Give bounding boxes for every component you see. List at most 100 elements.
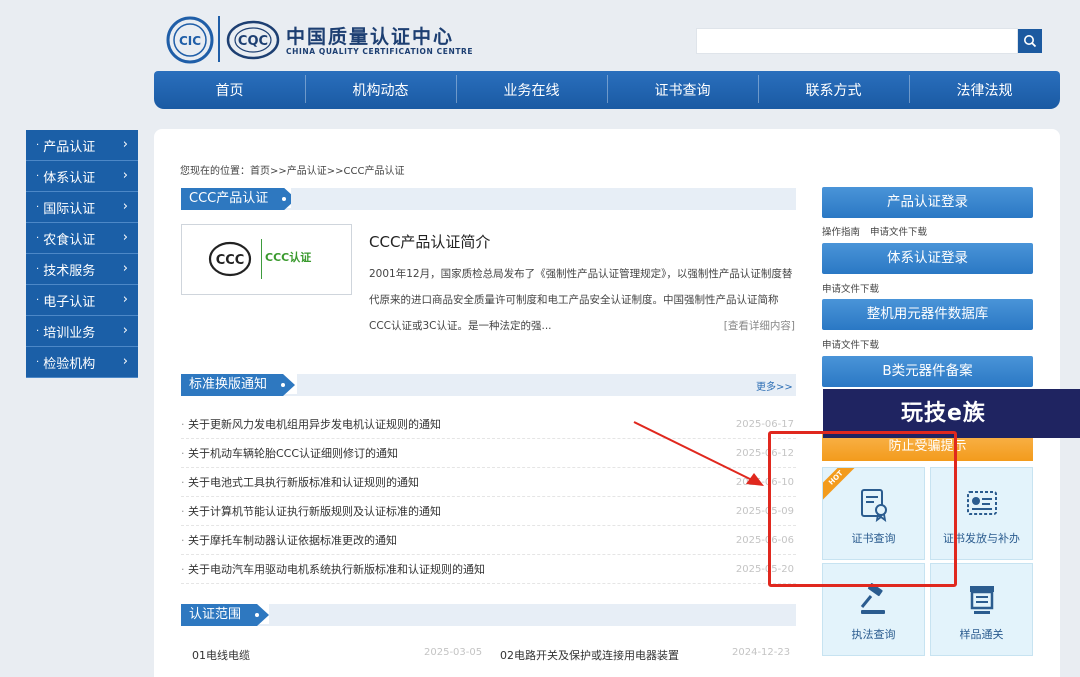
section-tag: CCC产品认证 (181, 188, 296, 210)
cic-logo-icon: CIC (166, 16, 214, 64)
sidebar: · 产品认证 › · 体系认证 › · 国际认证 › · 农食认证 › · 技术服务 › · 电子认证… (26, 130, 138, 378)
sidebar-item-label: 检验机构 (43, 356, 96, 372)
system-links: 申请文件下载 (822, 281, 889, 295)
org-name-cn: 中国质量认证中心 (286, 26, 455, 48)
org-name-en: CHINA QUALITY CERTIFICATION CENTRE (286, 47, 474, 56)
list-item[interactable]: 关于摩托车制动器认证依据标准更改的通知 2025-06-06 (181, 526, 796, 555)
chevron-right-icon: › (122, 137, 128, 152)
scope-title[interactable]: 01电线电缆 (192, 649, 250, 662)
scope-title[interactable]: 02电路开关及保护或连接用电器装置 (500, 649, 679, 662)
scope-date: 2024-12-23 (732, 647, 791, 658)
section-title: 标准换版通知 (189, 377, 268, 392)
nav-home[interactable]: 首页 (154, 80, 305, 100)
scope-date: 2025-03-05 (424, 647, 483, 658)
chevron-right-icon: › (122, 292, 128, 307)
logo-separator (218, 16, 220, 62)
gavel-icon (860, 583, 885, 614)
chevron-right-icon: › (122, 323, 128, 338)
notice-date: 2025-06-06 (735, 534, 794, 546)
section-tag: 认证范围 (181, 604, 269, 626)
certificate-icon (860, 489, 887, 522)
section-title: 认证范围 (189, 607, 242, 622)
intro-body: 2001年12月，国家质检总局发布了《强制性产品认证管理规定》，以强制性产品认证… (369, 261, 795, 339)
notice-title[interactable]: 关于计算机节能认证执行新版规则及认证标准的通知 (181, 503, 441, 519)
sidebar-item-product[interactable]: · 产品认证 › (26, 130, 138, 161)
list-item[interactable]: 01电线电缆 (192, 647, 250, 663)
ccc-mark-icon: CCC (208, 241, 252, 277)
list-item[interactable]: 02电路开关及保护或连接用电器装置 (500, 647, 679, 663)
product-links: 操作指南 申请文件下载 (822, 224, 937, 238)
tile-label: 执法查询 (851, 628, 896, 641)
tile-label: 样品通关 (959, 628, 1004, 641)
notice-title[interactable]: 关于电动汽车用驱动电机系统执行新版标准和认证规则的通知 (181, 561, 485, 577)
search-icon (1024, 35, 1037, 48)
sidebar-item-label: 产品认证 (43, 139, 96, 155)
monitor-icon (969, 586, 994, 614)
sidebar-item-inspection[interactable]: · 检验机构 › (26, 347, 138, 378)
notice-date: 2025-05-20 (735, 563, 794, 575)
notices-section-header: 标准换版通知 更多>> (181, 374, 796, 396)
ccc-logo-label: CCC认证 (265, 251, 312, 264)
sidebar-item-label: 培训业务 (43, 325, 96, 341)
download-link[interactable]: 申请文件下载 (870, 227, 927, 238)
sidebar-item-tech[interactable]: · 技术服务 › (26, 254, 138, 285)
detail-link[interactable]: [查看详细内容] (724, 313, 795, 339)
chevron-right-icon: › (122, 230, 128, 245)
cqc-logo-icon: CQC (226, 20, 280, 60)
nav-laws[interactable]: 法律法规 (909, 75, 1060, 103)
main-nav: 首页 机构动态 业务在线 证书查询 联系方式 法律法规 (154, 71, 1060, 109)
sidebar-item-label: 国际认证 (43, 201, 96, 217)
nav-certificate-query[interactable]: 证书查询 (607, 75, 758, 103)
sidebar-item-electronic[interactable]: · 电子认证 › (26, 285, 138, 316)
nav-news[interactable]: 机构动态 (305, 75, 456, 103)
list-item[interactable]: 关于电动汽车用驱动电机系统执行新版标准和认证规则的通知 2025-05-20 (181, 555, 796, 584)
notice-date: 2025-05-09 (735, 505, 794, 517)
more-link[interactable]: 更多>> (756, 378, 793, 393)
section-tag: 标准换版通知 (181, 374, 295, 396)
sidebar-item-agrifood[interactable]: · 农食认证 › (26, 223, 138, 254)
system-login-button[interactable]: 体系认证登录 (822, 243, 1033, 274)
sidebar-item-label: 技术服务 (43, 263, 96, 279)
sidebar-item-label: 体系认证 (43, 170, 96, 186)
product-login-button[interactable]: 产品认证登录 (822, 187, 1033, 218)
notice-title[interactable]: 关于机动车辆轮胎CCC认证细则修订的通知 (181, 445, 398, 461)
nav-contact[interactable]: 联系方式 (758, 75, 909, 103)
list-item[interactable]: 关于计算机节能认证执行新版规则及认证标准的通知 2025-05-09 (181, 497, 796, 526)
svg-text:CCC: CCC (216, 253, 245, 268)
section-title: CCC产品认证 (189, 191, 269, 206)
scope-section-header: 认证范围 (181, 604, 796, 626)
breadcrumb: 您现在的位置：首页>>产品认证>>CCC产品认证 (180, 166, 405, 177)
guide-link[interactable]: 操作指南 (822, 227, 860, 238)
notice-title[interactable]: 关于更新风力发电机组用异步发电机认证规则的通知 (181, 416, 441, 432)
chevron-right-icon: › (122, 261, 128, 276)
sidebar-item-label: 电子认证 (43, 294, 96, 310)
tile-label: 证书查询 (851, 532, 896, 545)
ccc-logo-image: CCC CCC认证 (181, 224, 352, 295)
annotation-arrow-icon (633, 421, 764, 486)
tile-certificate-query[interactable]: HOT 证书查询 (822, 467, 925, 560)
sidebar-item-label: 农食认证 (43, 232, 96, 248)
notice-title[interactable]: 关于电池式工具执行新版标准和认证规则的通知 (181, 474, 419, 490)
certificate-badge-icon (966, 491, 997, 515)
tile-enforcement-query[interactable]: 执法查询 (822, 563, 925, 656)
tile-certificate-issue[interactable]: 证书发放与补办 (930, 467, 1033, 560)
chevron-right-icon: › (122, 199, 128, 214)
tile-sample-clearance[interactable]: 样品通关 (930, 563, 1033, 656)
intro-title[interactable]: CCC产品认证简介 (369, 231, 490, 252)
component-db-button[interactable]: 整机用元器件数据库 (822, 299, 1033, 330)
intro-section-header: CCC产品认证 (181, 188, 796, 210)
search-input[interactable] (696, 28, 1018, 54)
sidebar-item-system[interactable]: · 体系认证 › (26, 161, 138, 192)
search-button[interactable] (1018, 29, 1042, 53)
chevron-right-icon: › (122, 168, 128, 183)
download-link[interactable]: 申请文件下载 (822, 340, 879, 351)
nav-business[interactable]: 业务在线 (456, 75, 607, 103)
download-link[interactable]: 申请文件下载 (822, 284, 879, 295)
svg-text:CIC: CIC (179, 34, 201, 48)
sidebar-item-international[interactable]: · 国际认证 › (26, 192, 138, 223)
b-component-button[interactable]: B类元器件备案 (822, 356, 1033, 387)
watermark-banner: 玩技e族 (823, 389, 1080, 438)
tile-label: 证书发放与补办 (943, 532, 1020, 545)
sidebar-item-training[interactable]: · 培训业务 › (26, 316, 138, 347)
notice-title[interactable]: 关于摩托车制动器认证依据标准更改的通知 (181, 532, 397, 548)
